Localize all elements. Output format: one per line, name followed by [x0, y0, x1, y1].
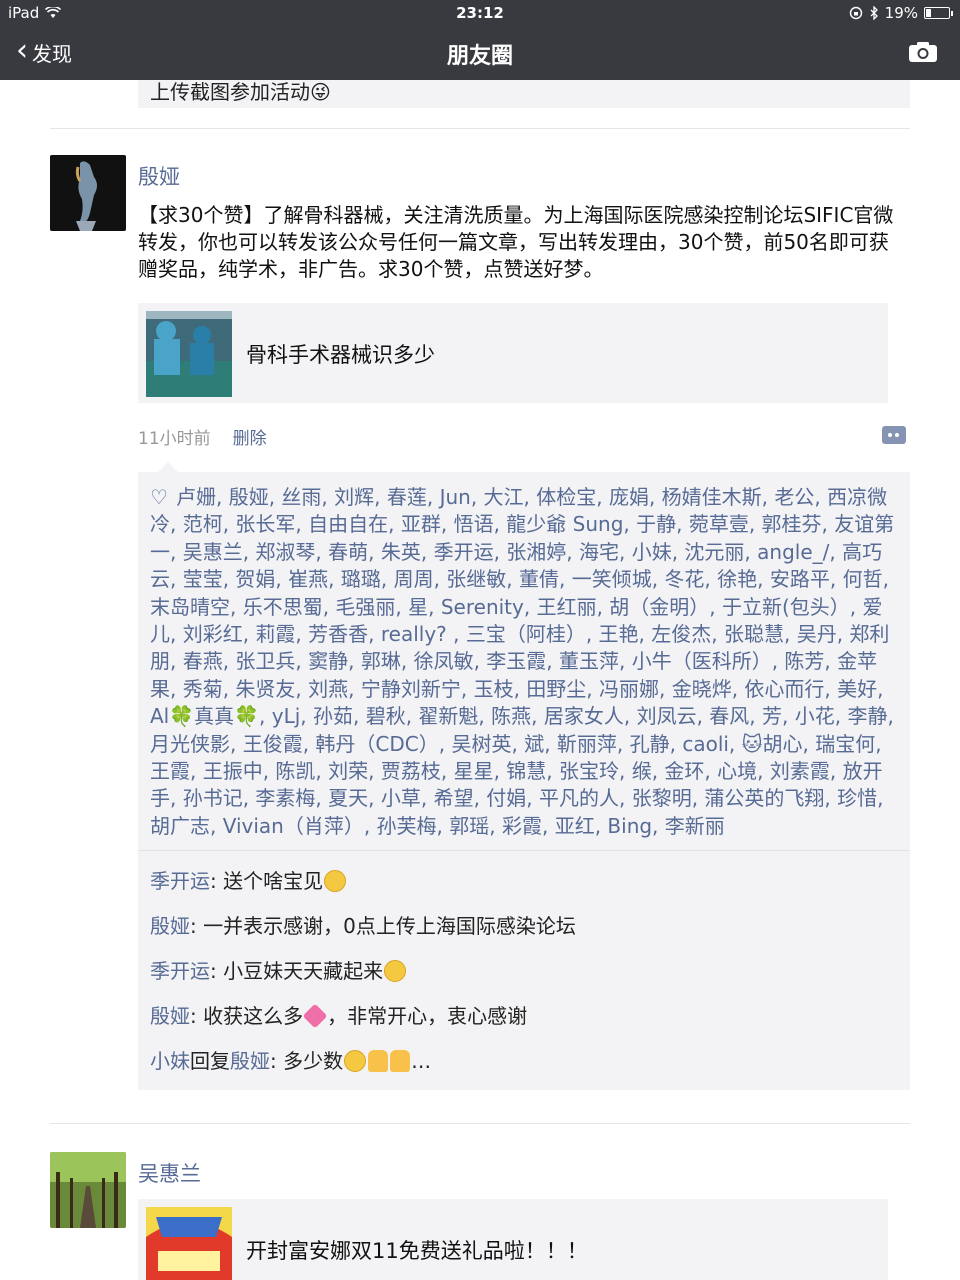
comment-author[interactable]: 季开运: [150, 959, 210, 983]
link-thumbnail: [146, 1207, 232, 1280]
link-title: 骨科手术器械识多少: [246, 343, 435, 367]
comment-text: : 收获这么多: [190, 1004, 304, 1029]
reply-to[interactable]: 殷娅: [230, 1049, 270, 1073]
comment-text: : 小豆妹天天藏起来: [210, 959, 384, 984]
battery-level: [926, 9, 931, 17]
avatar-image: [50, 155, 126, 231]
post-divider: [50, 128, 910, 129]
comment-text: : 一并表示感谢，0点上传上海国际感染论坛: [190, 914, 576, 939]
post-divider: [50, 1123, 910, 1124]
reply-text-after: …: [411, 1049, 432, 1074]
battery-icon: [924, 7, 953, 19]
post-text: 【求30个赞】了解骨科器械，关注清洗质量。为上海国际医院感染控制论坛SIFIC官…: [138, 203, 894, 281]
delete-link[interactable]: 删除: [233, 429, 267, 449]
top-bar: iPad 23:12 19% ‹ 发现 朋友圈: [0, 0, 960, 80]
comment-item[interactable]: 季开运: 小豆妹天天藏起来: [150, 949, 898, 994]
post-author[interactable]: 殷娅: [138, 161, 180, 191]
link-card[interactable]: 开封富安娜双11免费送礼品啦！！！: [138, 1199, 888, 1280]
comment-text: : 送个啥宝见: [210, 869, 324, 894]
avatar-image: [50, 1152, 126, 1228]
comment-text-after: ，非常开心，衷心感谢: [327, 1004, 528, 1029]
reply-from[interactable]: 小妹: [150, 1049, 190, 1073]
heart-emoji-icon: [302, 1003, 328, 1029]
post-meta: 11小时前 删除: [138, 424, 267, 449]
status-bar: iPad 23:12 19%: [0, 0, 960, 26]
thumbs-up-icon: [390, 1050, 411, 1073]
reply-item[interactable]: 小妹回复殷娅: 多少数 …: [150, 1039, 898, 1084]
link-title: 开封富安娜双11免费送礼品啦！！！: [246, 1239, 588, 1263]
rotation-lock-icon: [849, 6, 862, 20]
comment-item[interactable]: 季开运: 送个啥宝见: [150, 859, 898, 904]
comment-item[interactable]: 殷娅: 一并表示感谢，0点上传上海国际感染论坛: [150, 904, 898, 949]
likes-comments-box: ♡ 卢姗, 殷娅, 丝雨, 刘辉, 春莲, Jun, 大江, 体检宝, 庞娟, 杨…: [138, 461, 910, 1091]
thumbs-up-icon: [368, 1050, 389, 1073]
heart-icon: ♡: [150, 485, 168, 509]
reply-text: : 多少数: [270, 1049, 344, 1074]
battery-percent: 19%: [884, 4, 918, 22]
camera-icon[interactable]: [908, 41, 938, 63]
comment-item[interactable]: 殷娅: 收获这么多 ，非常开心，衷心感谢: [150, 994, 898, 1039]
likes-list: ♡ 卢姗, 殷娅, 丝雨, 刘辉, 春莲, Jun, 大江, 体检宝, 庞娟, 杨…: [138, 472, 910, 850]
likes-names[interactable]: 卢姗, 殷娅, 丝雨, 刘辉, 春莲, Jun, 大江, 体检宝, 庞娟, 杨婧…: [150, 485, 894, 838]
post-time: 11小时前: [138, 429, 211, 449]
bluetooth-icon: [870, 6, 878, 20]
previous-post-text: 上传截图参加活动😜: [150, 80, 331, 104]
page-title: 朋友圈: [446, 44, 513, 69]
avatar[interactable]: [50, 155, 126, 231]
grin-emoji-icon: [344, 1050, 367, 1073]
comment-author[interactable]: 殷娅: [150, 914, 190, 938]
link-thumbnail: [146, 311, 232, 397]
post-author[interactable]: 吴惠兰: [138, 1158, 201, 1188]
previous-post-card[interactable]: 上传截图参加活动😜: [138, 80, 910, 108]
status-time: 23:12: [456, 4, 504, 22]
comments-list: 季开运: 送个啥宝见 殷娅: 一并表示感谢，0点上传上海国际感染论坛 季开运: …: [138, 851, 910, 1090]
link-card[interactable]: 骨科手术器械识多少: [138, 303, 888, 403]
comment-author[interactable]: 殷娅: [150, 1004, 190, 1028]
comment-author[interactable]: 季开运: [150, 869, 210, 893]
moments-feed[interactable]: 上传截图参加活动😜 殷娅 【求30个赞】了解骨科器械，关注清洗质量。为上海国际医…: [0, 80, 960, 1280]
avatar[interactable]: [50, 1152, 126, 1228]
emoji-icon: [384, 960, 407, 983]
emoji-icon: [324, 870, 347, 893]
reply-word: 回复: [190, 1049, 230, 1074]
nav-bar: ‹ 发现 朋友圈: [0, 26, 960, 80]
comment-action-icon[interactable]: [882, 426, 906, 444]
